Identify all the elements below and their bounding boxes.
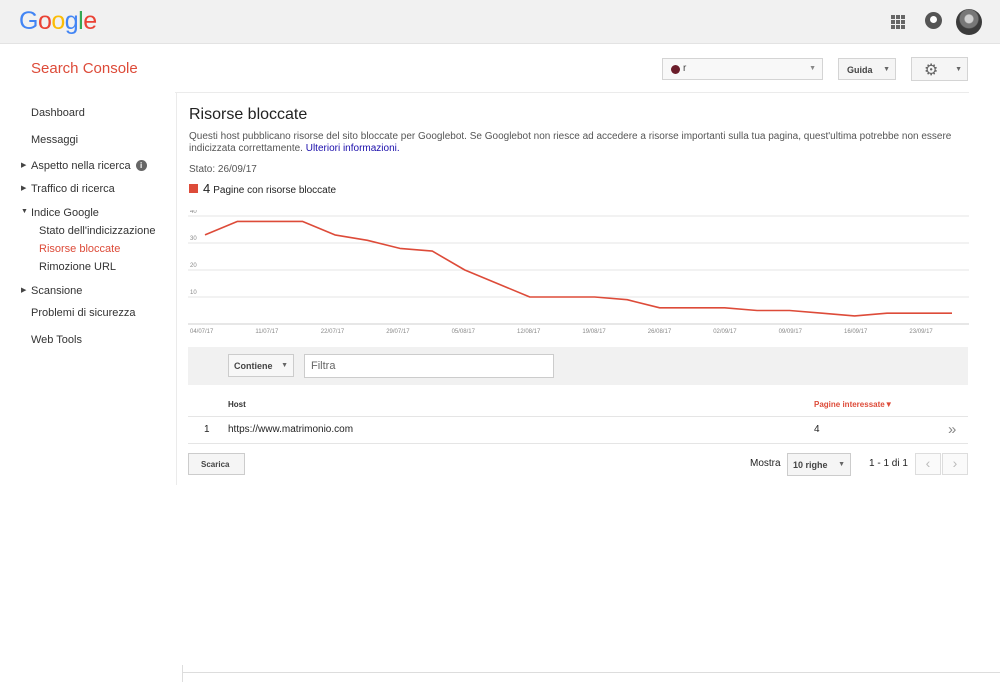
row-host[interactable]: https://www.matrimonio.com [228,424,353,435]
chevron-left-icon: ‹ [925,455,931,471]
row-details-icon[interactable]: » [948,421,956,438]
site-favicon-icon [671,65,680,74]
sort-desc-icon: ▼ [884,400,893,409]
google-bar: Google [0,0,1000,44]
y-tick-label: 30 [190,236,197,242]
download-button[interactable]: Scarica [188,453,245,475]
more-info-link[interactable]: Ulteriori informazioni. [306,143,400,154]
gear-icon: ⚙ [924,62,939,79]
sidebar-item-label: Rimozione URL [39,261,117,273]
description-text: Questi host pubblicano risorse del sito … [189,131,952,154]
y-tick-label: 20 [190,263,197,269]
legend-count: 4 [203,181,211,196]
download-label: Scarica [201,460,230,469]
sidebar-item-label: Stato dell'indicizzazione [39,225,156,237]
info-icon[interactable]: i [135,160,147,171]
sidebar-item-scansione[interactable]: ▶ Scansione [21,285,83,297]
status-date: Stato: 26/09/17 [189,164,257,175]
sidebar-item-problemi-sicurezza[interactable]: Problemi di sicurezza [31,307,136,319]
x-tick-label: 22/07/17 [321,329,345,335]
x-tick-label: 02/09/17 [713,329,737,335]
sidebar-item-label: Messaggi [31,134,79,146]
previous-page-button[interactable]: ‹ [915,453,941,475]
rows-per-page-select[interactable]: 10 righe ▼ [787,453,851,476]
sidebar-item-aspetto[interactable]: ▶ Aspetto nella ricerca i [21,160,147,172]
chevron-down-icon: ▼ [955,66,962,73]
sidebar-item-risorse-bloccate[interactable]: Risorse bloccate [39,243,120,255]
page-title: Risorse bloccate [189,106,308,123]
row-index: 1 [204,424,210,435]
sidebar-item-web-tools[interactable]: Web Tools [31,334,82,346]
chart-legend[interactable]: 4 Pagine con risorse bloccate [189,181,336,196]
divider [188,416,968,417]
avatar[interactable] [956,9,982,35]
page-description: Questi host pubblicano risorse del sito … [189,131,959,155]
x-tick-label: 11/07/17 [255,329,279,335]
help-button[interactable]: Guida ▼ [838,58,896,80]
chevron-down-icon: ▼ [883,66,890,73]
app-title[interactable]: Search Console [31,60,138,77]
caret-right-icon: ▶ [21,287,27,294]
filter-mode-select[interactable]: Contiene ▼ [228,354,294,377]
divider [175,92,969,93]
x-tick-label: 26/08/17 [648,329,672,335]
sidebar-item-dashboard[interactable]: Dashboard [31,107,85,119]
google-logo[interactable]: Google [19,7,97,36]
sidebar-item-label: Indice Google [31,207,99,219]
x-tick-label: 29/07/17 [386,329,410,335]
x-tick-label: 16/09/17 [844,329,868,335]
settings-button[interactable]: ⚙ ▼ [911,57,968,81]
sidebar-item-label: Web Tools [31,334,82,346]
column-header-pages[interactable]: Pagine interessate▼ [814,400,893,409]
chevron-down-icon: ▼ [809,65,816,72]
rows-per-page-value: 10 righe [793,460,828,470]
sidebar-item-stato-indicizzazione[interactable]: Stato dell'indicizzazione [39,225,155,237]
chevron-down-icon: ▼ [281,362,288,369]
sidebar-item-label: Traffico di ricerca [31,183,115,195]
legend-label: Pagine con risorse bloccate [213,185,337,196]
x-tick-label: 05/08/17 [452,329,476,335]
column-header-pages-label: Pagine interessate [814,400,885,409]
filter-mode-label: Contiene [234,361,273,371]
y-tick-label: 40 [190,210,197,215]
pagination-info: 1 - 1 di 1 [869,458,908,469]
caret-right-icon: ▶ [21,185,27,192]
sidebar-item-label: Dashboard [31,107,85,119]
caret-right-icon: ▶ [21,162,27,169]
property-value: r [683,63,687,74]
sidebar-item-indice-google[interactable]: ▼ Indice Google [21,207,99,219]
property-selector[interactable]: r ▼ [662,58,823,80]
x-tick-label: 12/08/17 [517,329,541,335]
chevron-down-icon: ▼ [838,461,845,468]
sidebar-item-messaggi[interactable]: Messaggi [31,134,78,146]
sidebar-item-rimozione-url[interactable]: Rimozione URL [39,261,116,273]
show-label: Mostra [750,458,781,469]
chevron-right-icon: › [952,455,958,471]
x-tick-label: 04/07/17 [190,329,214,335]
notifications-icon[interactable] [925,12,942,29]
sidebar-item-traffico[interactable]: ▶ Traffico di ricerca [21,183,115,195]
divider [182,672,1000,673]
divider [188,443,968,444]
row-pages: 4 [814,424,820,435]
legend-swatch [189,184,198,193]
sidebar-item-label: Problemi di sicurezza [31,307,136,319]
y-tick-label: 10 [190,290,197,296]
sidebar-item-label: Aspetto nella ricerca [31,160,131,172]
divider [182,665,183,682]
x-tick-label: 23/09/17 [909,329,933,335]
sidebar-item-label: Risorse bloccate [39,243,121,255]
sidebar [0,93,177,485]
x-tick-label: 19/08/17 [582,329,606,335]
sidebar-item-label: Scansione [31,285,83,297]
series-line [204,220,952,317]
x-tick-label: 09/09/17 [779,329,803,335]
filter-input[interactable] [304,354,554,378]
caret-down-icon: ▼ [21,208,28,215]
apps-grid-icon[interactable] [891,15,905,29]
next-page-button[interactable]: › [942,453,968,475]
column-header-host[interactable]: Host [228,400,246,409]
blocked-resources-chart[interactable]: 10 20 30 40 04/07/17 11/07/17 22/07/17 29/07/17… [188,210,969,337]
help-label: Guida [847,65,873,75]
